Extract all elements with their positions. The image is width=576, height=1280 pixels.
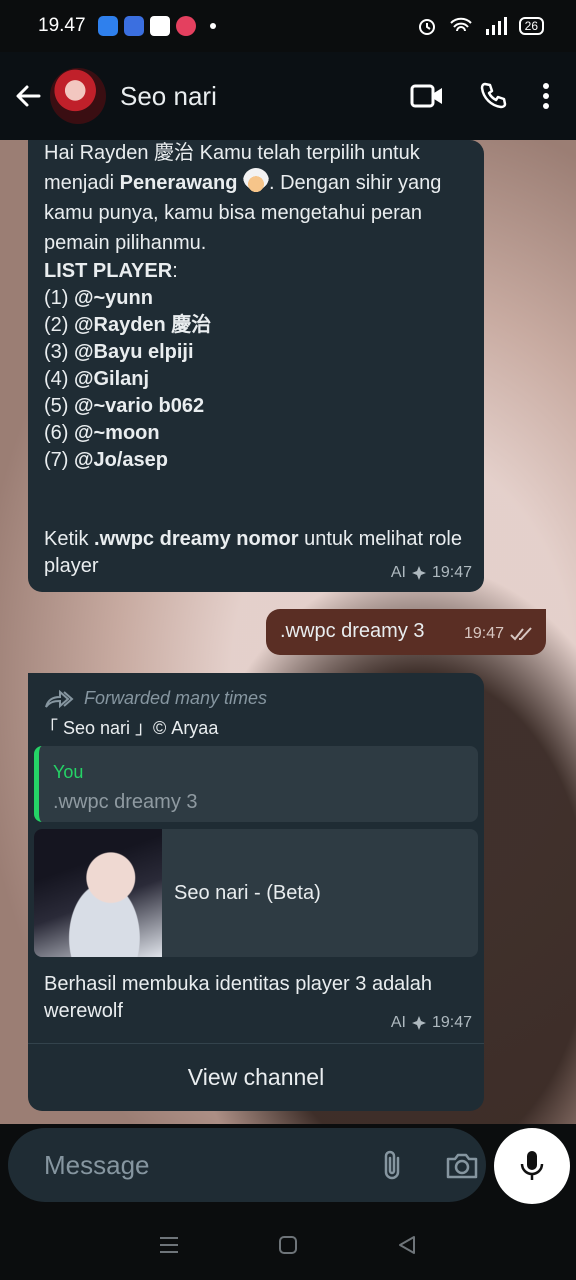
camera-icon[interactable] (445, 1150, 479, 1180)
back-button[interactable] (12, 80, 44, 112)
battery-level: 26 (524, 19, 538, 33)
mic-icon (520, 1151, 544, 1180)
command-text: .wwpc dreamy nomor (94, 528, 299, 550)
player-number: (2) (44, 314, 74, 336)
player-number: (6) (44, 422, 74, 444)
list-colon: : (172, 260, 178, 282)
message-text: Berhasil membuka identitas player 3 adal… (44, 973, 432, 1022)
message-meta: 19:47 (464, 620, 534, 647)
player-number: (4) (44, 368, 74, 390)
video-call-icon[interactable] (410, 83, 444, 109)
back-arrow-icon (16, 85, 41, 107)
player-mention[interactable]: @~vario b062 (74, 395, 204, 417)
message-meta: AI 19:47 (391, 559, 472, 586)
quote-author: You (53, 762, 84, 782)
list-item: (1) @~yunn (44, 285, 468, 312)
forwarded-text: Forwarded many times (84, 688, 268, 708)
player-mention[interactable]: @Jo/asep (74, 449, 168, 471)
message-time: 19:47 (431, 564, 472, 581)
voice-record-button[interactable] (494, 1128, 570, 1204)
player-number: (1) (44, 287, 74, 309)
double-check-icon (510, 626, 532, 640)
ai-sparkle-icon (411, 565, 426, 580)
attach-icon[interactable] (379, 1148, 405, 1182)
player-list: (1) @~yunn (2) @Rayden 慶治 (3) @Bayu elpi… (44, 285, 468, 474)
view-channel-button[interactable]: View channel (28, 1044, 484, 1111)
list-item: (7) @Jo/asep (44, 447, 468, 474)
role-name: Penerawang (119, 172, 238, 194)
channel-card-title: Seo nari - (Beta) (174, 881, 321, 904)
list-item: (6) @~moon (44, 420, 468, 447)
player-mention[interactable]: @Bayu elpiji (74, 341, 194, 363)
g-notification-icon (175, 16, 196, 36)
list-title: LIST PLAYER (44, 260, 173, 282)
list-item: (3) @Bayu elpiji (44, 339, 468, 366)
ai-label: AI (390, 564, 406, 581)
list-item: (2) @Rayden 慶治 (44, 312, 468, 339)
list-item: (4) @Gilanj (44, 366, 468, 393)
messenger-notification-icon (123, 16, 144, 36)
message-composer (8, 1128, 486, 1202)
player-mention[interactable]: @~yunn (74, 287, 153, 309)
instruction-text-1: Ketik (44, 528, 95, 550)
facebook-notification-icon (97, 16, 118, 36)
message-time: 19:47 (431, 1014, 472, 1031)
message-time: 19:47 (463, 625, 504, 642)
player-number: (5) (44, 395, 74, 417)
message-meta: AI 19:47 (391, 1009, 472, 1036)
more-notifications-dot-icon (209, 23, 216, 29)
wifi-icon (449, 17, 472, 32)
contact-name[interactable]: Seo nari (120, 81, 217, 112)
avatar[interactable] (50, 68, 106, 124)
status-bar: 19.47 26 (0, 0, 576, 52)
player-number: (7) (44, 449, 74, 471)
system-nav-bar (0, 1210, 576, 1280)
phone-icon[interactable] (478, 81, 508, 111)
player-mention[interactable]: @~moon (74, 422, 160, 444)
home-icon[interactable] (277, 1234, 299, 1256)
status-right: 26 (417, 16, 544, 36)
list-item: (5) @~vario b062 (44, 393, 468, 420)
app-notification-icon (149, 16, 170, 36)
outgoing-message[interactable]: .wwpc dreamy 3 19:47 (266, 609, 546, 655)
more-options-icon[interactable] (542, 82, 550, 110)
player-mention[interactable]: @Rayden 慶治 (74, 314, 211, 336)
ai-label: AI (390, 1014, 406, 1031)
recent-apps-icon[interactable] (158, 1234, 180, 1256)
battery-icon: 26 (518, 17, 544, 35)
message-text: .wwpc dreamy 3 (280, 620, 425, 642)
channel-thumbnail (34, 829, 162, 957)
message-input[interactable] (44, 1149, 379, 1181)
header-actions (410, 81, 564, 111)
chat-area[interactable]: Hai Rayden 慶治 Kamu telah terpilih untuk … (0, 140, 576, 1124)
player-number: (3) (44, 341, 74, 363)
forward-icon (45, 689, 74, 708)
message-intro: Hai Rayden 慶治 Kamu telah terpilih untuk … (44, 140, 468, 258)
channel-sender: 「 Seo nari 」© Aryaa (40, 718, 219, 738)
status-time: 19.47 (38, 15, 86, 36)
forwarded-label: Forwarded many times (44, 685, 267, 712)
player-mention[interactable]: @Gilanj (74, 368, 149, 390)
quote-text: .wwpc dreamy 3 (53, 791, 198, 813)
alarm-icon (418, 19, 435, 35)
chat-header: Seo nari (0, 52, 576, 140)
incoming-message[interactable]: Hai Rayden 慶治 Kamu telah terpilih untuk … (28, 140, 484, 592)
ai-sparkle-icon (411, 1015, 426, 1030)
signal-icon (485, 17, 507, 35)
back-nav-icon[interactable] (396, 1234, 418, 1256)
forwarded-message[interactable]: Forwarded many times 「 Seo nari 」© Aryaa… (28, 673, 484, 1111)
composer-icons (379, 1148, 483, 1182)
player-list-title: LIST PLAYER: (44, 258, 468, 285)
quoted-message[interactable]: You .wwpc dreamy 3 (34, 746, 478, 822)
channel-card[interactable]: Seo nari - (Beta) (34, 829, 478, 957)
old-man-emoji-icon (243, 168, 269, 194)
